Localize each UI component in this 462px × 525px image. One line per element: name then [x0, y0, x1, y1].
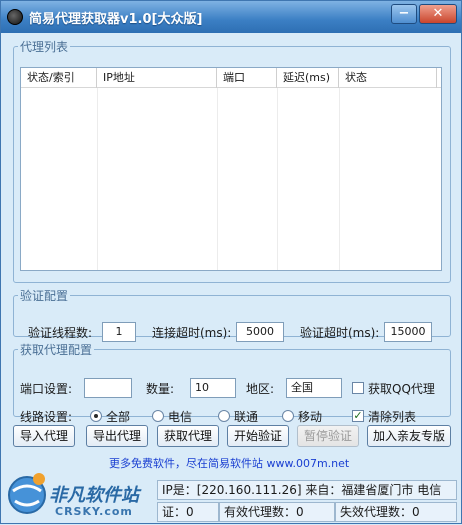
line-label: 线路设置: [20, 410, 73, 424]
status-invalid-count: 失效代理数：0 [335, 502, 457, 522]
verify-config-group: 验证配置 验证线程数: 1 连接超时(ms): 5000 验证超时(ms): 1… [13, 287, 451, 342]
import-proxy-button[interactable]: 导入代理 [13, 425, 75, 447]
column-header-port[interactable]: 端口 [217, 68, 277, 88]
fetch-config-title: 获取代理配置 [20, 343, 93, 357]
line-radio-telecom[interactable] [152, 410, 164, 422]
watermark-logo: 非凡软件站 CRSKY.com [5, 469, 159, 525]
line-label-all[interactable]: 全部 [106, 408, 130, 425]
close-button[interactable]: ✕ [419, 4, 457, 24]
pause-verify-button[interactable]: 暂停验证 [297, 425, 359, 447]
list-header: 状态/索引 IP地址 端口 延迟(ms) 状态 [21, 68, 441, 88]
threads-input[interactable]: 1 [102, 322, 136, 342]
qq-proxy-checkbox[interactable] [352, 382, 364, 394]
watermark-globe-icon [8, 473, 46, 514]
proxy-list-group: 代理列表 状态/索引 IP地址 端口 延迟(ms) 状态 [13, 38, 451, 283]
clear-list-label[interactable]: 清除列表 [368, 408, 416, 425]
port-input[interactable] [84, 378, 132, 398]
status-ip-info: IP是：[220.160.111.26] 来自：福建省厦门市 电信 [157, 480, 457, 500]
port-label: 端口设置: [20, 382, 73, 396]
column-header-index[interactable]: 状态/索引 [21, 68, 97, 88]
column-header-latency[interactable]: 延迟(ms) [277, 68, 339, 88]
status-valid-count: 有效代理数：0 [219, 502, 335, 522]
line-label-telecom[interactable]: 电信 [168, 408, 192, 425]
start-verify-button[interactable]: 开始验证 [227, 425, 289, 447]
threads-label: 验证线程数: [28, 326, 93, 340]
connect-timeout-label: 连接超时(ms): [152, 326, 232, 340]
verify-timeout-input[interactable]: 15000 [384, 322, 432, 342]
pro-version-button[interactable]: 加入亲友专版 [367, 425, 451, 447]
column-header-status[interactable]: 状态 [339, 68, 437, 88]
column-header-ip[interactable]: IP地址 [97, 68, 217, 88]
title-bar[interactable]: 简易代理获取器v1.0[大众版] − ✕ [1, 1, 461, 33]
line-radio-all[interactable] [90, 410, 102, 422]
app-icon [7, 9, 23, 25]
line-radio-unicom[interactable] [218, 410, 230, 422]
fetch-proxy-button[interactable]: 获取代理 [157, 425, 219, 447]
line-label-unicom[interactable]: 联通 [234, 408, 258, 425]
line-label-mobile[interactable]: 移动 [298, 408, 322, 425]
region-label: 地区: [246, 382, 275, 396]
count-label: 数量: [146, 382, 175, 396]
status-verifying: 证：0 [157, 502, 219, 522]
fetch-config-group: 获取代理配置 端口设置: 数量: 10 地区: 全国 获取QQ代理 线路设置: … [13, 341, 451, 424]
connect-timeout-input[interactable]: 5000 [236, 322, 284, 342]
export-proxy-button[interactable]: 导出代理 [86, 425, 148, 447]
line-radio-mobile[interactable] [282, 410, 294, 422]
verify-timeout-label: 验证超时(ms): [300, 326, 380, 340]
qq-proxy-label[interactable]: 获取QQ代理 [368, 380, 435, 397]
region-input[interactable]: 全国 [286, 378, 342, 398]
proxy-list-view[interactable]: 状态/索引 IP地址 端口 延迟(ms) 状态 [20, 67, 442, 271]
count-input[interactable]: 10 [190, 378, 236, 398]
main-window: 简易代理获取器v1.0[大众版] − ✕ 代理列表 状态/索引 IP地址 端口 … [0, 0, 462, 524]
window-title: 简易代理获取器v1.0[大众版] [29, 11, 203, 27]
proxy-list-title: 代理列表 [20, 40, 69, 54]
verify-config-title: 验证配置 [20, 289, 69, 303]
watermark-sub: CRSKY.com [55, 505, 133, 518]
minimize-button[interactable]: − [391, 4, 417, 24]
clear-list-checkbox[interactable]: ✓ [352, 410, 364, 422]
watermark-text: 非凡软件站 [49, 485, 139, 506]
